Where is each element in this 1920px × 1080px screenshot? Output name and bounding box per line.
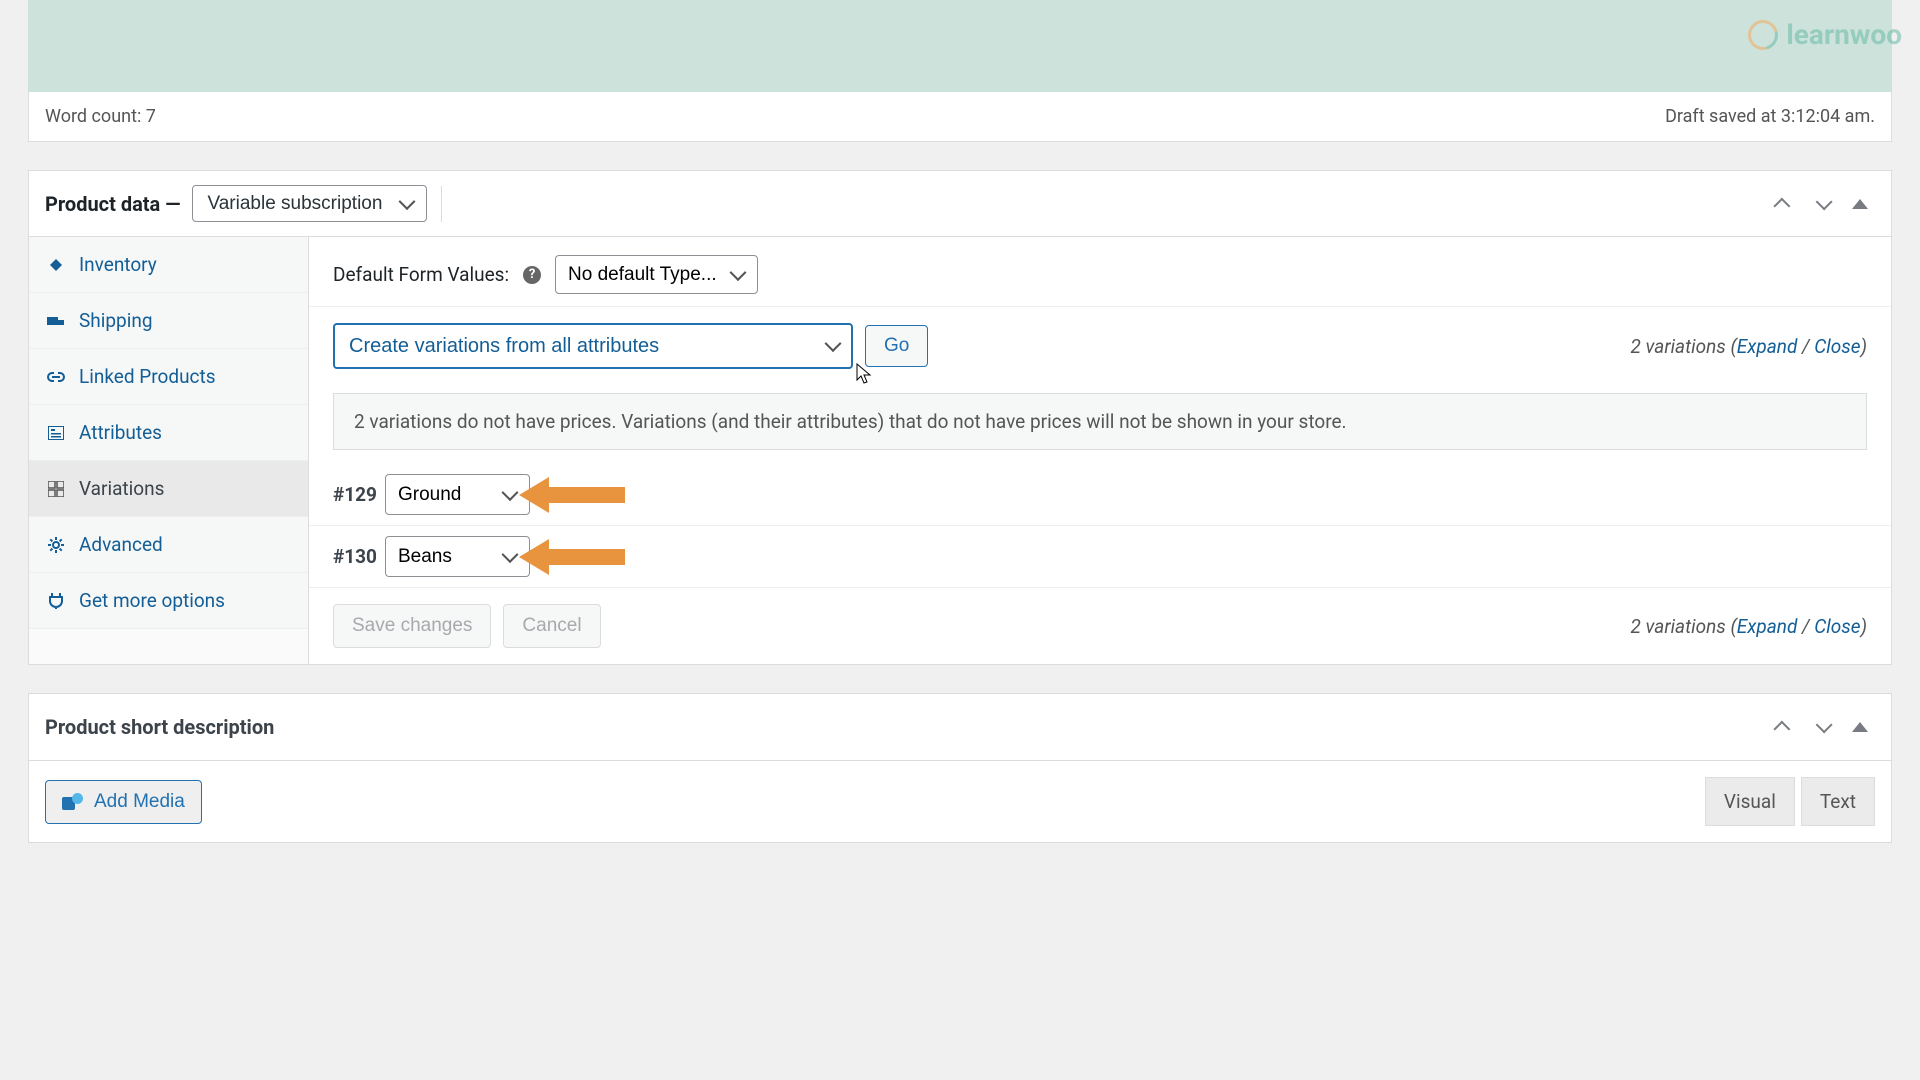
short-description-title: Product short description: [45, 715, 274, 739]
variations-icon: [47, 480, 65, 498]
variations-content: Default Form Values: ? No default Type..…: [309, 237, 1891, 664]
short-description-header: Product short description: [29, 694, 1891, 761]
variation-bulk-action-select[interactable]: Create variations from all attributes: [333, 323, 853, 369]
tab-variations[interactable]: Variations: [29, 461, 308, 517]
tab-label: Get more options: [79, 589, 225, 612]
editor-tab-text[interactable]: Text: [1801, 777, 1875, 826]
word-count: Word count: 7: [45, 106, 156, 127]
price-warning-notice: 2 variations do not have prices. Variati…: [333, 393, 1867, 450]
tab-advanced[interactable]: Advanced: [29, 517, 308, 573]
expand-link[interactable]: Expand: [1737, 615, 1798, 638]
arrow-annotation-icon: [519, 539, 625, 575]
tab-shipping[interactable]: Shipping: [29, 293, 308, 349]
close-link[interactable]: Close: [1814, 335, 1860, 358]
editor-status-bar: Word count: 7 Draft saved at 3:12:04 am.: [28, 92, 1892, 142]
short-description-panel: Product short description Add Media Visu…: [28, 693, 1892, 843]
add-media-label: Add Media: [94, 791, 185, 813]
product-data-panel: Product data — Variable subscription Inv…: [28, 170, 1892, 665]
tab-label: Inventory: [79, 253, 157, 276]
expand-link[interactable]: Expand: [1737, 335, 1798, 358]
tab-label: Variations: [79, 477, 164, 500]
tab-label: Advanced: [79, 533, 163, 556]
editor-tab-visual[interactable]: Visual: [1705, 777, 1795, 826]
variation-row-130[interactable]: #130 Beans: [309, 526, 1891, 588]
media-icon: [62, 793, 84, 811]
gear-icon: [47, 536, 65, 554]
panel-move-up-icon[interactable]: [1769, 712, 1799, 742]
tab-get-more-options[interactable]: Get more options: [29, 573, 308, 629]
tab-label: Attributes: [79, 421, 162, 444]
tab-label: Shipping: [79, 309, 153, 332]
tab-label: Linked Products: [79, 365, 216, 388]
watermark-text: learnwoo: [1786, 18, 1902, 51]
watermark: learnwoo: [1748, 18, 1902, 51]
product-data-title: Product data —: [45, 192, 180, 216]
arrow-annotation-icon: [519, 477, 625, 513]
save-changes-button[interactable]: Save changes: [333, 604, 491, 648]
tab-inventory[interactable]: Inventory: [29, 237, 308, 293]
variations-footer: Save changes Cancel 2 variations (Expand…: [309, 588, 1891, 664]
help-icon[interactable]: ?: [523, 266, 541, 284]
watermark-icon: [1743, 14, 1784, 55]
variation-row-129[interactable]: #129 Ground: [309, 464, 1891, 526]
product-data-header: Product data — Variable subscription: [29, 171, 1891, 237]
default-form-values-row: Default Form Values: ? No default Type..…: [309, 237, 1891, 307]
variation-id: #130: [333, 545, 377, 568]
cancel-button[interactable]: Cancel: [503, 604, 600, 648]
default-type-select[interactable]: No default Type...: [555, 255, 758, 294]
variation-attribute-select[interactable]: Ground: [385, 474, 530, 515]
top-banner: learnwoo: [28, 0, 1892, 92]
variations-count: 2 variations (Expand / Close): [1630, 335, 1867, 358]
link-icon: [47, 368, 65, 386]
inventory-icon: [47, 256, 65, 274]
attributes-icon: [47, 424, 65, 442]
bulk-action-row: Create variations from all attributes Go…: [309, 307, 1891, 385]
panel-toggle-icon[interactable]: [1845, 189, 1875, 219]
tab-linked-products[interactable]: Linked Products: [29, 349, 308, 405]
variation-attribute-select[interactable]: Beans: [385, 536, 530, 577]
panel-toggle-icon[interactable]: [1845, 712, 1875, 742]
cursor-icon: [856, 363, 872, 385]
tab-attributes[interactable]: Attributes: [29, 405, 308, 461]
product-type-select[interactable]: Variable subscription: [192, 185, 427, 222]
go-button[interactable]: Go: [865, 325, 928, 367]
divider: [441, 186, 442, 222]
panel-move-down-icon[interactable]: [1807, 189, 1837, 219]
plugin-icon: [47, 592, 65, 610]
draft-saved: Draft saved at 3:12:04 am.: [1665, 106, 1875, 127]
close-link[interactable]: Close: [1814, 615, 1860, 638]
variations-count: 2 variations (Expand / Close): [1630, 615, 1867, 638]
shipping-icon: [47, 312, 65, 330]
panel-move-up-icon[interactable]: [1769, 189, 1799, 219]
short-description-toolbar: Add Media Visual Text: [29, 761, 1891, 842]
default-form-values-label: Default Form Values:: [333, 263, 509, 286]
add-media-button[interactable]: Add Media: [45, 780, 202, 824]
panel-move-down-icon[interactable]: [1807, 712, 1837, 742]
variation-id: #129: [333, 483, 377, 506]
product-data-tabs: Inventory Shipping Linked Products Attri…: [29, 237, 309, 664]
